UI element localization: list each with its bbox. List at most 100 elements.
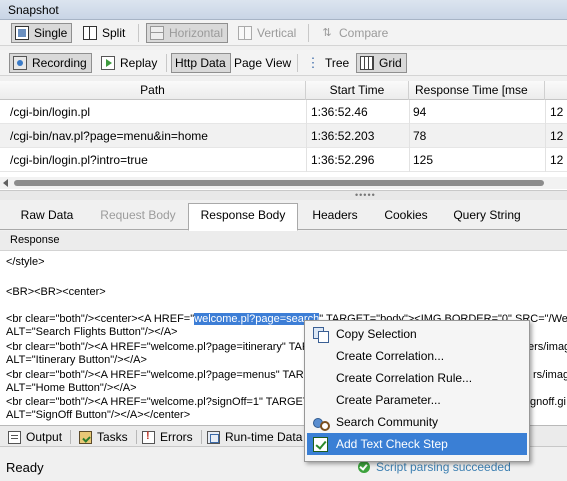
tab-query-string[interactable]: Query String xyxy=(444,204,530,230)
response-line: <BR><BR><center> xyxy=(6,286,106,298)
tab-runtime-data[interactable]: Run-time Data xyxy=(207,428,302,446)
split-pane-icon xyxy=(83,26,97,40)
tab-response-body[interactable]: Response Body xyxy=(188,203,298,231)
table-horizontal-scrollbar[interactable] xyxy=(0,177,567,189)
tasks-label: Tasks xyxy=(97,430,128,444)
page-view-label: Page View xyxy=(234,56,292,70)
compare-label: Compare xyxy=(339,26,389,40)
recording-button[interactable]: Recording xyxy=(9,53,92,73)
replay-label: Replay xyxy=(120,56,158,70)
output-label: Output xyxy=(26,430,63,444)
vertical-label: Vertical xyxy=(257,26,297,40)
cell-start-time: 1:36:52.46 xyxy=(311,105,368,119)
column-divider xyxy=(306,100,307,172)
column-header-extra[interactable] xyxy=(545,81,567,100)
menu-item-copy-selection[interactable]: Copy Selection xyxy=(307,323,527,345)
single-button[interactable]: Single xyxy=(11,23,73,43)
tab-errors[interactable]: Errors xyxy=(142,428,202,446)
menu-item-add-text-check-step[interactable]: Add Text Check Step xyxy=(307,433,527,455)
tab-raw-data[interactable]: Raw Data xyxy=(10,204,84,230)
cell-start-time: 1:36:52.203 xyxy=(311,129,375,143)
toolbar-separator xyxy=(138,24,139,42)
split-label: Split xyxy=(102,26,126,40)
parse-status-label: Script parsing succeeded xyxy=(376,460,511,474)
scroll-left-icon[interactable] xyxy=(3,179,8,187)
splitter-handle[interactable]: ••••• xyxy=(0,191,567,200)
menu-item-label: Create Correlation... xyxy=(336,349,445,363)
cell-response-time: 94 xyxy=(413,105,427,119)
response-line: </style> xyxy=(6,256,45,268)
tree-label: Tree xyxy=(325,56,350,70)
response-line: <br clear="both"/><A HREF="welcome.pl?pa… xyxy=(6,341,319,353)
selected-text[interactable]: welcome.pl?page=search xyxy=(194,313,320,325)
replay-button[interactable]: Replay xyxy=(97,53,162,73)
menu-item-create-correlation[interactable]: Create Correlation... xyxy=(307,345,527,367)
grid-button[interactable]: Grid xyxy=(356,53,407,73)
runtime-data-icon xyxy=(207,430,220,444)
compare-button[interactable]: ⇅ Compare xyxy=(316,23,393,43)
menu-item-create-correlation-rule[interactable]: Create Correlation Rule... xyxy=(307,367,527,389)
menu-item-create-parameter[interactable]: Create Parameter... xyxy=(307,389,527,411)
page-view-button[interactable]: Page View xyxy=(230,53,296,73)
window-titlebar: Snapshot xyxy=(0,0,567,20)
menu-item-search-community[interactable]: Search Community xyxy=(307,411,527,433)
vertical-button[interactable]: Vertical xyxy=(234,23,301,43)
cell-response-time: 125 xyxy=(413,153,434,167)
table-row[interactable]: /cgi-bin/login.pl 1:36:52.46 94 12 xyxy=(0,100,567,124)
menu-item-label: Search Community xyxy=(336,415,439,429)
tab-cookies[interactable]: Cookies xyxy=(372,204,440,230)
response-text-segment: <br clear="both"/><center><A HREF=" xyxy=(6,313,195,325)
response-header-label: Response xyxy=(10,234,60,246)
window-title: Snapshot xyxy=(8,3,59,17)
cell-path: /cgi-bin/nav.pl?page=menu&in=home xyxy=(10,129,208,143)
menu-item-label: Add Text Check Step xyxy=(336,437,448,451)
http-data-button[interactable]: Http Data xyxy=(171,53,231,73)
response-line: <br clear="both"/><A HREF="welcome.pl?pa… xyxy=(6,369,313,381)
errors-icon xyxy=(142,430,155,444)
layout-toolbar: Single Split Horizontal Vertical ⇅ Compa… xyxy=(0,20,567,46)
errors-label: Errors xyxy=(160,430,193,444)
detail-tabs: Raw Data Request Body Response Body Head… xyxy=(0,200,567,231)
horizontal-button[interactable]: Horizontal xyxy=(146,23,229,43)
table-row[interactable]: /cgi-bin/nav.pl?page=menu&in=home 1:36:5… xyxy=(0,124,567,148)
cell-start-time: 1:36:52.296 xyxy=(311,153,375,167)
menu-item-label: Create Correlation Rule... xyxy=(336,371,473,385)
response-line: <br clear="both"/><A HREF="welcome.pl?si… xyxy=(6,396,355,408)
column-header-response-time[interactable]: Response Time [mse xyxy=(409,81,545,100)
cell-response-time: 78 xyxy=(413,129,427,143)
column-header-path[interactable]: Path xyxy=(0,81,306,100)
cell-extra: 12 xyxy=(550,129,564,143)
menu-item-label: Create Parameter... xyxy=(336,393,441,407)
http-data-label: Http Data xyxy=(175,56,226,70)
table-header: Path Start Time Response Time [mse xyxy=(0,81,567,100)
column-header-start-time[interactable]: Start Time xyxy=(306,81,409,100)
tab-headers[interactable]: Headers xyxy=(300,204,370,230)
recording-label: Recording xyxy=(32,56,87,70)
status-text: Ready xyxy=(6,460,44,475)
tab-tasks[interactable]: Tasks xyxy=(79,428,137,446)
cell-extra: 12 xyxy=(550,105,564,119)
tree-button[interactable]: ⋮ Tree xyxy=(302,53,354,73)
cell-extra: 12 xyxy=(550,153,564,167)
response-line: ALT="Search Flights Button"/></A> xyxy=(6,326,178,338)
single-pane-icon xyxy=(15,26,29,40)
response-line: ALT="Itinerary Button"/></A> xyxy=(6,354,147,366)
column-divider xyxy=(545,100,546,172)
tab-output[interactable]: Output xyxy=(8,428,72,446)
tab-separator xyxy=(70,430,72,444)
toolbar-separator xyxy=(297,54,298,72)
view-toolbar: Recording Replay Http Data Page View ⋮ T… xyxy=(0,50,567,76)
single-label: Single xyxy=(34,26,68,40)
grid-label: Grid xyxy=(379,56,402,70)
replay-icon xyxy=(101,56,115,70)
table-row[interactable]: /cgi-bin/login.pl?intro=true 1:36:52.296… xyxy=(0,148,567,172)
response-section-header: Response xyxy=(0,231,567,251)
menu-item-label: Copy Selection xyxy=(336,327,417,341)
response-line: gnoff.gi xyxy=(530,396,566,408)
split-button[interactable]: Split xyxy=(79,23,130,43)
tab-separator xyxy=(135,430,137,444)
tab-request-body[interactable]: Request Body xyxy=(88,204,188,230)
parse-status[interactable]: Script parsing succeeded xyxy=(358,460,511,474)
scrollbar-thumb[interactable] xyxy=(14,180,544,186)
context-menu: Copy Selection Create Correlation... Cre… xyxy=(304,320,530,462)
